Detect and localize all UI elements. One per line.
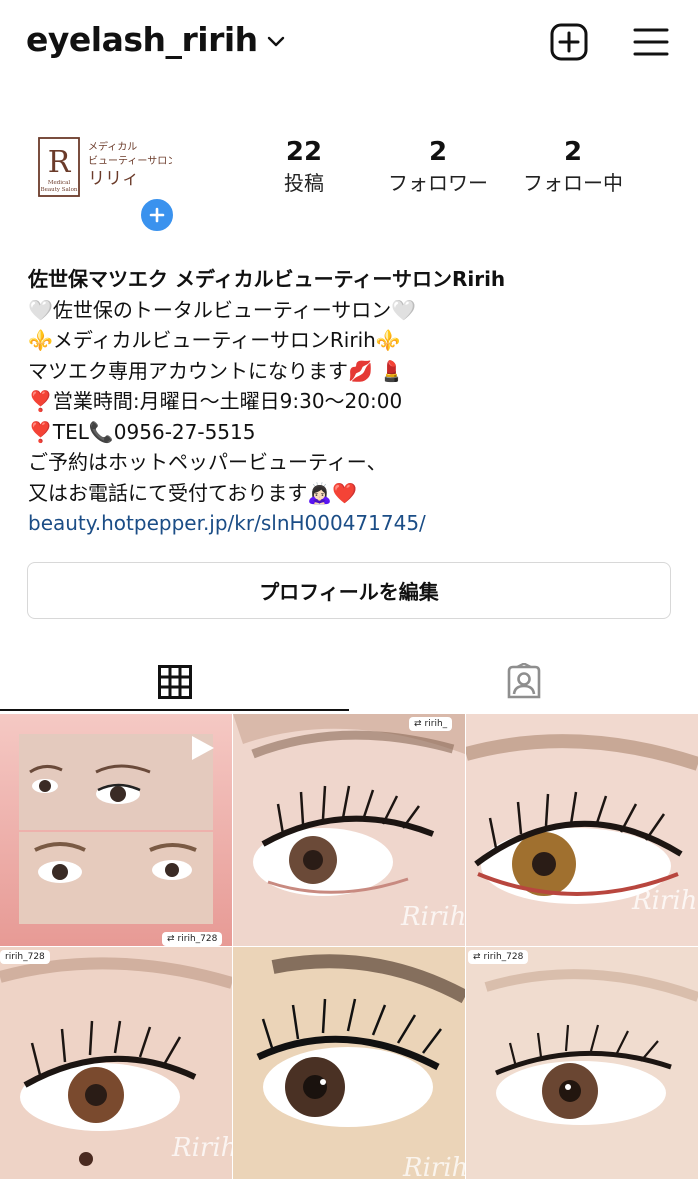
post-thumbnail[interactable]: Ririh ⇄ [466,714,698,946]
post-thumbnail[interactable]: Ririh ririh_728 [0,947,232,1179]
active-tab-indicator [0,709,349,711]
svg-text:Medical: Medical [48,180,71,186]
bio-line: 🤍佐世保のトータルビューティーサロン🤍 [28,297,417,322]
grid-icon [157,665,192,699]
svg-text:メディカル: メディカル [88,140,137,153]
profile-display-name: 佐世保マツエク メディカルビューティーサロンRirih [28,267,506,291]
account-switcher[interactable]: eyelash_ririh [26,20,286,59]
post-grid: ⇄ ririh_728 Ririh ⇄ ririh_ Ririh ⇄ [0,714,698,1179]
post-image [233,947,465,1179]
hamburger-menu-icon[interactable] [631,22,671,62]
post-tag-label: ⇄ ririh_728 [162,932,223,946]
watermark: Ririh [401,902,465,932]
post-tag-label: ririh_728 [0,950,50,964]
tagged-person-icon [507,663,540,699]
top-bar: eyelash_ririh [0,0,698,90]
svg-text:ビューティーサロン: ビューティーサロン [88,155,172,167]
posts-count[interactable]: 22 投稿 [234,136,374,198]
svg-text:Beauty Salon: Beauty Salon [41,187,78,193]
profile-bio: 佐世保マツエク メディカルビューティーサロンRirih 🤍佐世保のトータルビュー… [28,264,678,539]
tagged-tab[interactable] [349,650,698,714]
post-thumbnail[interactable]: Ririh [233,947,465,1179]
profile-tabs [0,650,698,714]
watermark: Ririh [172,1133,232,1163]
salon-logo: R Medical Beauty Salon メディカル ビューティーサロン リ… [38,137,177,197]
bio-line: ❣️営業時間:月曜日〜土曜日9:30〜20:00 [28,389,403,413]
watermark: Ririh [403,1153,465,1179]
username: eyelash_ririh [26,20,258,59]
post-image [466,947,698,1179]
edit-profile-button[interactable]: プロフィールを編集 [27,562,671,619]
followers-count[interactable]: 2 フォロワー [368,136,508,198]
svg-text:リリィ: リリィ [88,169,139,189]
bio-link[interactable]: beauty.hotpepper.jp/kr/slnH000471745/ [28,508,678,539]
watermark: Ririh [632,886,698,916]
bio-line: ❣️TEL📞0956-27-5515 [28,419,256,444]
bio-line: 又はお電話にて受付ております🙇🏻‍♀️❤️ [28,480,358,505]
bio-line: ご予約はホットペッパービューティー、 [28,450,387,474]
post-thumbnail[interactable]: ⇄ ririh_728 [466,947,698,1179]
post-tag-label: ⇄ ririh_ [409,717,453,731]
post-thumbnail[interactable]: ⇄ ririh_728 [0,714,232,946]
avatar[interactable]: R Medical Beauty Salon メディカル ビューティーサロン リ… [32,134,177,206]
plus-square-icon[interactable] [549,22,589,62]
bio-line: マツエク専用アカウントになります💋 💄 [28,358,405,383]
post-thumbnail[interactable]: Ririh ⇄ ririh_ [233,714,465,946]
grid-tab[interactable] [0,650,349,714]
add-story-button[interactable] [138,196,176,234]
chevron-down-icon [267,36,284,46]
plus-circle-icon [149,207,165,223]
post-image [0,714,232,946]
bio-line: ⚜️メディカルビューティーサロンRirih⚜️ [28,328,401,352]
logo-letter: R [48,145,72,180]
following-count[interactable]: 2 フォロー中 [503,136,643,198]
post-tag-label: ⇄ ririh_728 [468,950,529,964]
